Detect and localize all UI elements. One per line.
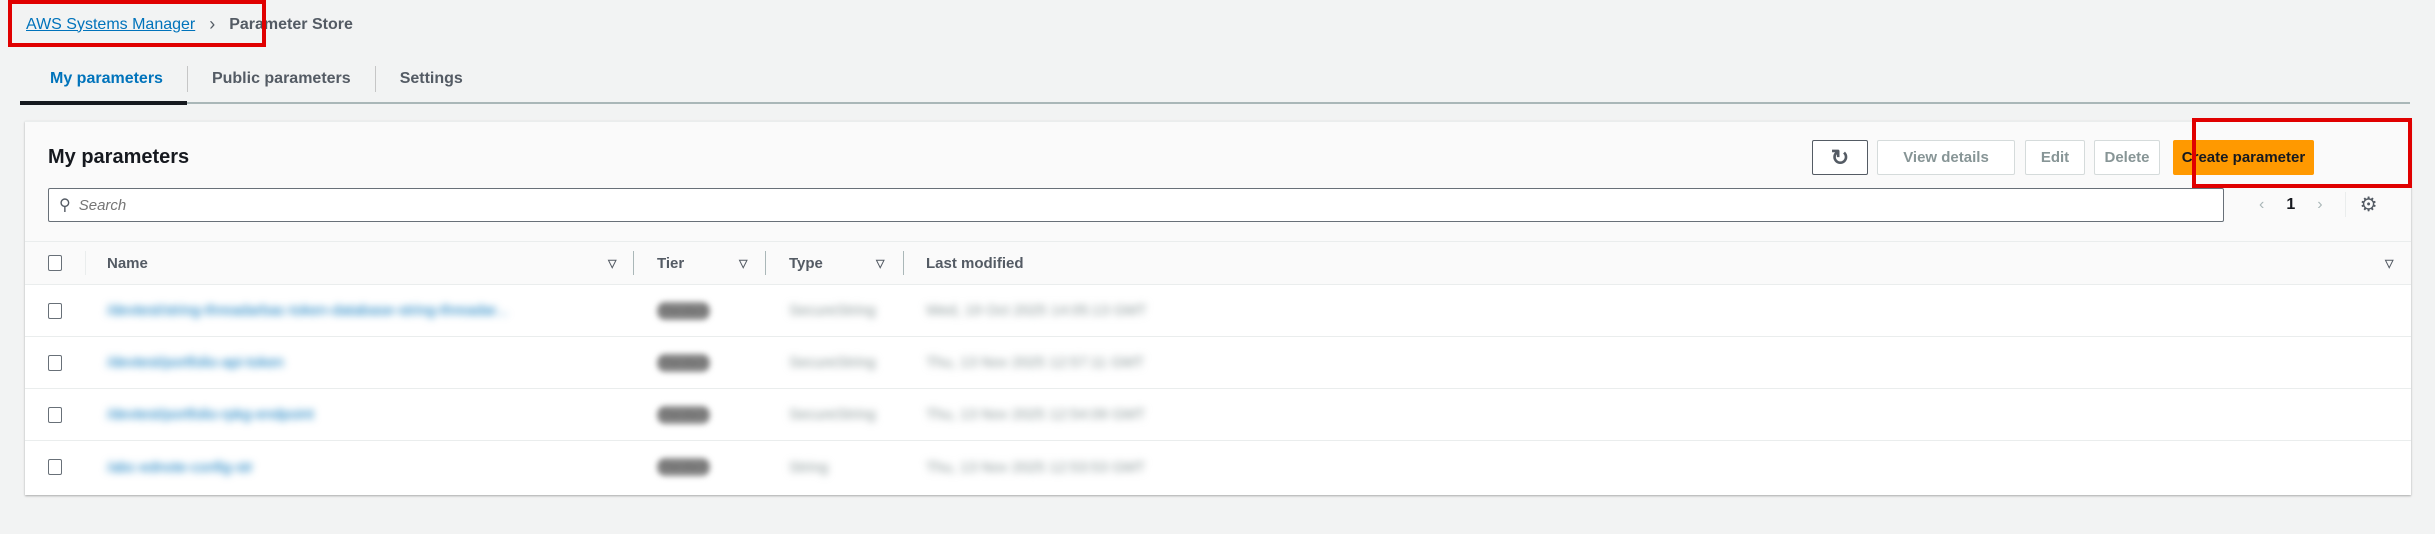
panel-title: My parameters <box>48 146 190 168</box>
highlight-box-create-parameter <box>2192 118 2412 188</box>
table-row[interactable]: /devtest/portfolio-rpkg-endpoint Standar… <box>25 389 2411 441</box>
refresh-icon: ↻ <box>1830 144 1850 170</box>
column-name[interactable]: Name <box>107 255 148 272</box>
column-type[interactable]: Type <box>789 255 823 272</box>
last-modified-value: Thu, 13 Nov 2025 12:54:09 GMT <box>926 406 1146 423</box>
type-value: SecureString <box>789 354 876 371</box>
next-page-icon[interactable]: › <box>2317 196 2322 214</box>
highlight-box-breadcrumb <box>8 0 266 47</box>
search-icon: ⚲ <box>59 197 71 214</box>
parameter-name-link[interactable]: /abc-ednote-config-str <box>107 459 253 476</box>
edit-button[interactable]: Edit <box>2025 140 2085 175</box>
type-value: SecureString <box>789 302 876 319</box>
last-modified-value: Thu, 13 Nov 2025 12:53:53 GMT <box>926 458 1146 476</box>
tier-value: Standard <box>657 301 710 320</box>
search-input[interactable] <box>78 196 2223 214</box>
sort-icon[interactable]: ▽ <box>739 257 747 270</box>
column-tier[interactable]: Tier <box>657 255 684 272</box>
column-last-modified[interactable]: Last modified <box>926 255 1024 272</box>
refresh-button[interactable]: ↻ <box>1812 140 1868 175</box>
pagination: ‹ 1 › ⚙ <box>2259 192 2378 217</box>
row-checkbox[interactable] <box>48 302 62 319</box>
table-row[interactable]: /devtest/string-threadarbac-token-databa… <box>25 285 2411 337</box>
tab-settings[interactable]: Settings <box>374 66 487 92</box>
table-row[interactable]: /abc-ednote-config-str Standard String T… <box>25 441 2411 493</box>
sort-icon[interactable]: ▽ <box>876 257 884 270</box>
prev-page-icon[interactable]: ‹ <box>2259 196 2264 214</box>
parameter-name-link[interactable]: /devtest/portfolio-api-token <box>107 354 284 371</box>
type-value: SecureString <box>789 406 876 423</box>
delete-button[interactable]: Delete <box>2094 140 2160 175</box>
type-value: String <box>789 458 829 476</box>
tier-value: Standard <box>657 458 710 476</box>
table-row[interactable]: /devtest/portfolio-api-token Standard Se… <box>25 337 2411 389</box>
search-field[interactable]: ⚲ <box>48 188 2224 222</box>
row-checkbox[interactable] <box>48 459 62 475</box>
row-checkbox[interactable] <box>48 406 62 423</box>
view-details-button[interactable]: View details <box>1877 140 2015 175</box>
tab-public-parameters[interactable]: Public parameters <box>186 66 375 92</box>
table-header: Name ▽ Tier ▽ Type ▽ Last modified ▽ <box>25 242 2411 285</box>
tier-value: Standard <box>657 405 710 424</box>
current-page[interactable]: 1 <box>2286 196 2295 214</box>
select-all-checkbox[interactable] <box>48 255 62 271</box>
tab-my-parameters[interactable]: My parameters <box>20 56 187 105</box>
sort-icon[interactable]: ▽ <box>608 257 616 270</box>
parameter-name-link[interactable]: /devtest/string-threadarbac-token-databa… <box>107 302 508 319</box>
parameter-name-link[interactable]: /devtest/portfolio-rpkg-endpoint <box>107 406 314 423</box>
tab-bar: My parameters Public parameters Settings <box>20 56 2410 105</box>
last-modified-value: Thu, 13 Nov 2025 12:57:11 GMT <box>926 354 1145 371</box>
settings-gear-icon[interactable]: ⚙ <box>2344 192 2378 217</box>
tier-value: Standard <box>657 353 710 372</box>
parameters-panel: My parameters ↻ View details Edit Delete… <box>25 121 2411 495</box>
row-checkbox[interactable] <box>48 354 62 371</box>
sort-icon[interactable]: ▽ <box>2385 257 2393 270</box>
last-modified-value: Wed, 19 Oct 2025 14:05:13 GMT <box>926 302 1147 319</box>
